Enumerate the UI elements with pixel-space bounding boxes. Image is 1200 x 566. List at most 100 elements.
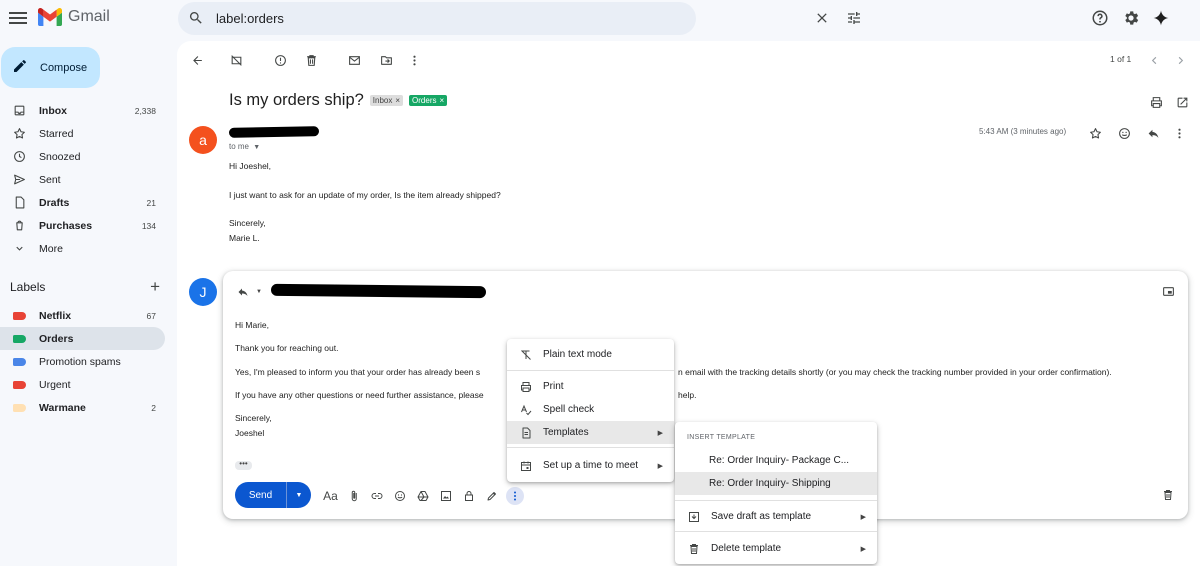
emoji-reaction-icon[interactable] — [1116, 125, 1132, 141]
message-more-icon[interactable] — [1171, 125, 1187, 141]
report-spam-icon[interactable] — [272, 52, 288, 68]
menu-label: Plain text mode — [543, 349, 612, 360]
remove-chip-icon[interactable]: × — [395, 96, 400, 105]
remove-chip-icon[interactable]: × — [440, 96, 445, 105]
gmail-logo[interactable]: Gmail — [38, 8, 110, 26]
open-new-window-icon[interactable] — [1174, 94, 1190, 110]
more-options-icon[interactable] — [506, 487, 524, 505]
inbox-label-chip[interactable]: Inbox × — [369, 95, 404, 106]
menu-divider — [675, 500, 877, 501]
menu-item-print[interactable]: Print — [507, 375, 674, 398]
template-item[interactable]: Re: Order Inquiry- Package C... — [675, 449, 877, 472]
insert-signature-icon[interactable] — [480, 488, 503, 504]
labels-heading: Labels — [10, 280, 46, 294]
attach-icon[interactable] — [342, 488, 365, 504]
back-arrow-icon[interactable] — [189, 52, 205, 68]
orders-label-chip[interactable]: Orders × — [409, 95, 448, 106]
mark-unread-icon[interactable] — [346, 52, 362, 68]
save-template-icon — [687, 510, 701, 524]
compose-button[interactable]: Compose — [1, 47, 100, 88]
sidebar-item-purchases[interactable]: Purchases 134 — [0, 214, 165, 237]
search-options-icon[interactable] — [846, 10, 862, 29]
label-item-netflix[interactable]: Netflix 67 — [0, 304, 165, 327]
draft-count: 21 — [146, 197, 156, 208]
label-item-promotion-spams[interactable]: Promotion spams — [0, 350, 165, 373]
message-line: Sincerely, — [229, 218, 266, 228]
sidebar-item-label: More — [39, 242, 63, 255]
menu-item-spell-check[interactable]: Spell check — [507, 398, 674, 421]
label-tag-icon — [12, 401, 26, 415]
label-name: Orders — [39, 332, 74, 345]
sidebar-item-label: Snoozed — [39, 150, 81, 163]
reply-type-dropdown-icon[interactable]: ▼ — [251, 284, 267, 300]
pop-out-icon[interactable] — [1160, 283, 1176, 299]
formatting-options-button[interactable]: Aa — [319, 488, 342, 504]
sender-avatar[interactable]: a — [189, 126, 217, 154]
templates-submenu: INSERT TEMPLATE Re: Order Inquiry- Packa… — [675, 422, 877, 564]
delete-icon[interactable] — [303, 52, 319, 68]
sidebar-item-label: Starred — [39, 127, 74, 140]
insert-emoji-icon[interactable] — [388, 488, 411, 504]
confidential-mode-icon[interactable] — [457, 488, 480, 504]
sidebar-item-label: Sent — [39, 173, 61, 186]
mark-not-spam-icon[interactable] — [228, 52, 244, 68]
sidebar-item-more[interactable]: More — [0, 237, 165, 260]
sidebar-item-inbox[interactable]: Inbox 2,338 — [0, 99, 165, 122]
schedule-send-dropdown[interactable]: ▼ — [286, 482, 311, 508]
label-item-orders[interactable]: Orders — [0, 327, 165, 350]
pencil-icon — [12, 58, 28, 77]
insert-link-icon[interactable] — [365, 488, 388, 504]
settings-gear-icon[interactable] — [1122, 9, 1140, 27]
menu-item-save-draft-as-template[interactable]: Save draft as template ▶ — [675, 505, 877, 528]
move-to-icon[interactable] — [378, 52, 394, 68]
main-menu-button[interactable] — [9, 10, 27, 28]
newer-chevron-icon[interactable] — [1146, 52, 1162, 68]
label-item-urgent[interactable]: Urgent — [0, 373, 165, 396]
reply-type-icon[interactable] — [235, 284, 251, 300]
send-button-group: Send ▼ — [235, 482, 311, 508]
gemini-sparkle-icon[interactable] — [1152, 9, 1170, 27]
label-item-warmane[interactable]: Warmane 2 — [0, 396, 165, 419]
format-toolbar: Aa — [319, 487, 524, 505]
star-icon — [12, 127, 26, 141]
search-input[interactable] — [216, 9, 616, 28]
reply-icon[interactable] — [1145, 125, 1161, 141]
menu-item-set-up-time[interactable]: Set up a time to meet ▶ — [507, 454, 674, 477]
plain-text-icon — [519, 348, 533, 362]
discard-draft-icon[interactable] — [1160, 487, 1176, 503]
help-icon[interactable] — [1091, 9, 1109, 27]
google-drive-icon[interactable] — [411, 488, 434, 504]
insert-photo-icon[interactable] — [434, 488, 457, 504]
subject-line: Is my orders ship? Inbox × Orders × — [229, 91, 448, 110]
show-trimmed-content-button[interactable]: ••• — [235, 460, 252, 470]
add-label-icon[interactable]: + — [150, 277, 160, 297]
tag-icon — [12, 219, 26, 233]
sidebar-item-label: Inbox — [39, 104, 67, 117]
template-name: Re: Order Inquiry- Shipping — [709, 478, 831, 489]
star-message-icon[interactable] — [1087, 125, 1103, 141]
menu-item-plain-text-mode[interactable]: Plain text mode — [507, 343, 674, 366]
user-avatar[interactable]: J — [189, 278, 217, 306]
send-button[interactable]: Send — [235, 482, 286, 508]
chevron-down-icon — [12, 242, 26, 256]
older-chevron-icon[interactable] — [1172, 52, 1188, 68]
sidebar-item-snoozed[interactable]: Snoozed — [0, 145, 165, 168]
labels-list: Netflix 67 Orders Promotion spams Urgent… — [0, 304, 165, 419]
search-icon[interactable] — [188, 10, 204, 29]
sidebar-item-sent[interactable]: Sent — [0, 168, 165, 191]
reply-line: Thank you for reaching out. — [235, 343, 339, 353]
print-all-icon[interactable] — [1148, 94, 1164, 110]
label-count: 2 — [151, 402, 156, 413]
menu-item-templates[interactable]: Templates ▶ — [507, 421, 674, 444]
message-timestamp: 5:43 AM (3 minutes ago) — [979, 127, 1067, 136]
more-options-icon[interactable] — [406, 52, 422, 68]
label-name: Netflix — [39, 309, 72, 322]
template-item[interactable]: Re: Order Inquiry- Shipping — [675, 472, 877, 495]
menu-item-delete-template[interactable]: Delete template ▶ — [675, 537, 877, 560]
clear-search-icon[interactable] — [814, 10, 830, 29]
labels-header: Labels + — [10, 277, 160, 297]
sidebar-item-starred[interactable]: Starred — [0, 122, 165, 145]
menu-divider — [675, 531, 877, 532]
sidebar-item-drafts[interactable]: Drafts 21 — [0, 191, 165, 214]
recipient-toggle[interactable]: to me ▼ — [229, 142, 260, 151]
